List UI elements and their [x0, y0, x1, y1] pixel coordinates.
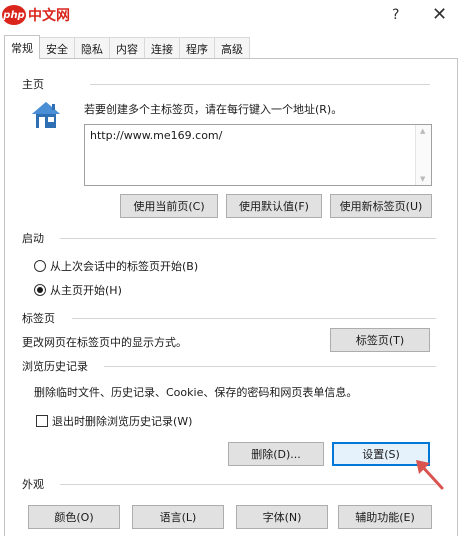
- accessibility-button[interactable]: 辅助功能(E): [338, 505, 432, 529]
- use-default-button[interactable]: 使用默认值(F): [226, 194, 322, 218]
- fonts-button[interactable]: 字体(N): [236, 505, 328, 529]
- php-logo-icon: php: [2, 5, 26, 25]
- help-button[interactable]: ?: [392, 7, 399, 23]
- home-divider: [90, 84, 430, 85]
- use-current-button[interactable]: 使用当前页(C): [120, 194, 218, 218]
- startup-option-last-session[interactable]: 从上次会话中的标签页开始(B): [34, 258, 198, 274]
- tab-strip: 常规 安全 隐私 内容 连接 程序 高级: [4, 35, 250, 59]
- watermark-text: 中文网: [28, 8, 70, 24]
- tab-general[interactable]: 常规: [4, 35, 40, 59]
- delete-history-button[interactable]: 删除(D)...: [228, 442, 324, 466]
- tabs-heading: 标签页: [22, 312, 55, 325]
- startup-option-label: 从主页开始(H): [50, 284, 122, 297]
- startup-divider: [60, 238, 436, 239]
- scroll-down-icon[interactable]: ▼: [420, 175, 425, 183]
- startup-option-homepage[interactable]: 从主页开始(H): [34, 282, 122, 298]
- annotation-arrow-icon: [416, 460, 444, 490]
- tabs-settings-button[interactable]: 标签页(T): [330, 328, 430, 352]
- title-bar: php 中文网 ? ✕: [0, 0, 462, 34]
- home-url-value: http://www.me169.com/: [90, 129, 223, 142]
- tab-privacy[interactable]: 隐私: [74, 37, 110, 59]
- delete-on-exit-label: 退出时删除浏览历史记录(W): [52, 415, 193, 428]
- delete-on-exit-row[interactable]: 退出时删除浏览历史记录(W): [36, 413, 192, 429]
- home-description: 若要创建多个主标签页，请在每行键入一个地址(R)。: [84, 103, 343, 116]
- url-scrollbar[interactable]: ▲ ▼: [415, 125, 431, 185]
- tabs-description: 更改网页在标签页中的显示方式。: [22, 336, 187, 349]
- home-url-textarea[interactable]: http://www.me169.com/ ▲ ▼: [84, 124, 432, 186]
- radio-last-session[interactable]: [34, 260, 46, 272]
- tab-programs[interactable]: 程序: [179, 37, 215, 59]
- languages-button[interactable]: 语言(L): [132, 505, 224, 529]
- history-description: 删除临时文件、历史记录、Cookie、保存的密码和网页表单信息。: [34, 386, 358, 399]
- radio-homepage[interactable]: [34, 284, 46, 296]
- tabs-divider: [72, 318, 436, 319]
- tab-advanced[interactable]: 高级: [214, 37, 250, 59]
- close-button[interactable]: ✕: [432, 4, 447, 25]
- startup-option-label: 从上次会话中的标签页开始(B): [50, 260, 199, 273]
- tab-connections[interactable]: 连接: [144, 37, 180, 59]
- tab-security[interactable]: 安全: [39, 37, 75, 59]
- history-heading: 浏览历史记录: [22, 360, 88, 373]
- appearance-divider: [60, 484, 436, 485]
- use-new-tab-button[interactable]: 使用新标签页(U): [330, 194, 432, 218]
- tab-content[interactable]: 内容: [109, 37, 145, 59]
- appearance-heading: 外观: [22, 478, 44, 491]
- scroll-up-icon[interactable]: ▲: [420, 127, 425, 135]
- delete-on-exit-checkbox[interactable]: [36, 415, 48, 427]
- history-divider: [104, 366, 436, 367]
- house-icon: [32, 102, 60, 128]
- home-heading: 主页: [22, 78, 44, 91]
- colors-button[interactable]: 颜色(O): [28, 505, 120, 529]
- php-watermark-logo: php 中文网: [2, 2, 76, 28]
- startup-heading: 启动: [22, 232, 44, 245]
